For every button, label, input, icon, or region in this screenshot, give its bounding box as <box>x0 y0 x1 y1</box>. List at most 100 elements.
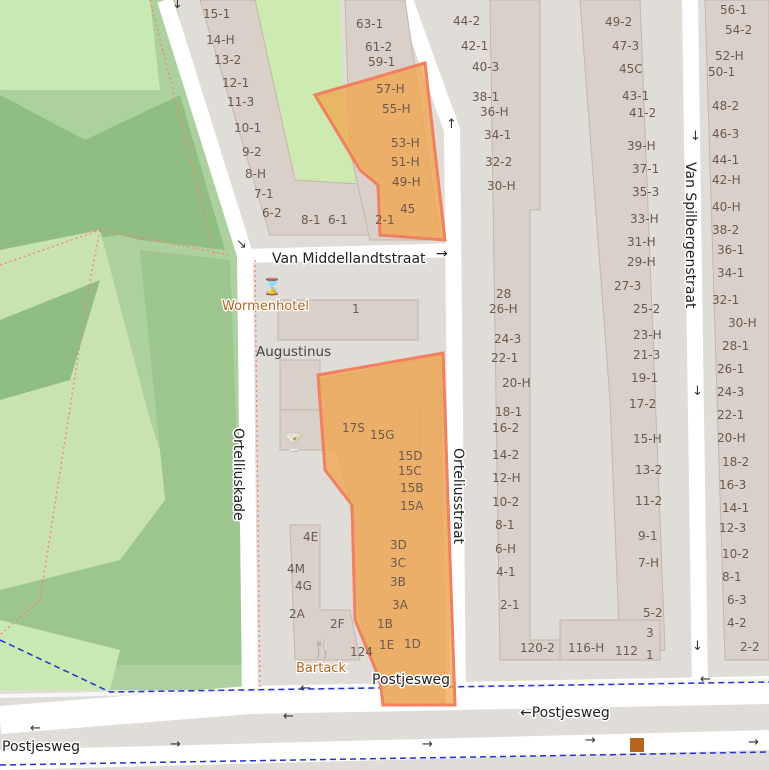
street-label-van-middellandtstraat: Van Middellandtstraat <box>272 251 426 267</box>
house-number: 15B <box>400 481 424 495</box>
house-number: 4G <box>295 579 312 593</box>
street-label-postjesweg: Postjesweg <box>372 672 450 688</box>
house-number: 3A <box>392 598 409 612</box>
house-number: 22-1 <box>717 408 744 422</box>
street-label-postjesweg-west: Postjesweg <box>2 739 80 755</box>
house-number: 124 <box>350 645 373 659</box>
house-number: 14-1 <box>722 501 749 515</box>
street-label-postjesweg-east: ←Postjesweg <box>520 705 610 721</box>
house-number: 2-1 <box>500 598 520 612</box>
house-number: 2A <box>289 607 306 621</box>
house-number: 16-2 <box>492 421 519 435</box>
poi-label-wormenhotel[interactable]: Wormenhotel <box>221 298 310 316</box>
house-number: 3B <box>390 575 406 589</box>
house-number: 63-1 <box>356 17 383 31</box>
house-number: 20-H <box>502 376 531 390</box>
poi-label-bartack[interactable]: Bartack <box>295 660 348 678</box>
house-number: 9-1 <box>638 529 658 543</box>
house-number: 52-H <box>715 49 744 63</box>
house-number: 36-H <box>480 105 509 119</box>
house-number: 30-H <box>487 179 516 193</box>
house-number: 6-3 <box>727 593 747 607</box>
house-number: 12-3 <box>719 521 746 535</box>
house-number: 61-2 <box>365 40 392 54</box>
house-number: 26-H <box>489 302 518 316</box>
house-number: 24-3 <box>494 332 521 346</box>
oneway-arrow: → <box>748 735 759 750</box>
house-number: 13-2 <box>214 53 241 67</box>
house-number: 14-2 <box>492 448 519 462</box>
oneway-arrow: → <box>585 733 596 748</box>
street-direction-arrow: → <box>436 246 448 262</box>
bar-icon[interactable]: 🍸 <box>283 431 305 453</box>
house-number: 5-2 <box>643 606 663 620</box>
house-number: 37-1 <box>632 162 659 176</box>
house-number: 1B <box>377 617 393 631</box>
house-number: 14-H <box>206 33 235 47</box>
house-number: 28-1 <box>722 339 749 353</box>
house-number: 15D <box>398 449 423 463</box>
house-number: 15-1 <box>203 7 230 21</box>
house-number: 41-2 <box>629 106 656 120</box>
oneway-arrow: ← <box>283 709 294 724</box>
house-number: 59-1 <box>368 55 395 69</box>
house-number: 4E <box>303 530 318 544</box>
house-number: 8-H <box>245 167 266 181</box>
house-number: 15-H <box>633 432 662 446</box>
house-number: 9-2 <box>242 145 262 159</box>
house-number: 15C <box>398 464 422 478</box>
house-number: 3C <box>390 556 406 570</box>
house-number: 30-H <box>728 316 757 330</box>
map-view[interactable]: Van Middellandtstraat → Ortelliuskade Or… <box>0 0 769 770</box>
house-number: 53-H <box>391 136 420 150</box>
oneway-arrow: ↓ <box>172 0 183 12</box>
oneway-arrow: ← <box>30 721 41 736</box>
house-number: 7-H <box>638 556 659 570</box>
house-number: 1D <box>404 637 421 651</box>
house-number: 1 <box>646 648 654 662</box>
house-number: 10-2 <box>492 495 519 509</box>
house-number: 11-2 <box>635 494 662 508</box>
oneway-arrow: ↘ <box>236 237 247 252</box>
house-number: 40-H <box>712 200 741 214</box>
house-number: 6-2 <box>262 206 282 220</box>
house-number: 7-1 <box>254 187 274 201</box>
house-number: 44-1 <box>712 153 739 167</box>
house-number: 36-1 <box>717 243 744 257</box>
house-number: 112 <box>615 644 638 658</box>
house-number: 46-3 <box>712 127 739 141</box>
house-number: 25-2 <box>633 302 660 316</box>
restaurant-icon[interactable]: 🍴 <box>311 638 333 660</box>
house-number: 6-H <box>495 542 516 556</box>
labels-layer: Van Middellandtstraat → Ortelliuskade Or… <box>1 0 760 757</box>
house-number: 50-1 <box>708 65 735 79</box>
house-number: 26-1 <box>717 362 744 376</box>
house-number: 56-1 <box>720 3 747 17</box>
house-number: 38-1 <box>472 90 499 104</box>
place-label-augustinus: Augustinus <box>256 344 331 360</box>
oneway-arrow: ← <box>700 672 711 687</box>
oneway-arrow: → <box>170 737 181 752</box>
house-number: 2F <box>330 617 345 631</box>
house-number: 4M <box>287 562 305 576</box>
house-number: 27-3 <box>614 279 641 293</box>
house-number: 45 <box>400 202 415 216</box>
oneway-arrow: → <box>422 737 433 752</box>
house-number: 1 <box>352 302 360 316</box>
bus-stop-icon[interactable] <box>630 738 644 752</box>
house-number: 10-2 <box>722 547 749 561</box>
house-number: 29-H <box>627 255 656 269</box>
house-number: 4-2 <box>727 616 747 630</box>
house-number: 12-1 <box>222 76 249 90</box>
house-number: 42-1 <box>461 39 488 53</box>
house-number: 17-2 <box>629 397 656 411</box>
house-number: 43-1 <box>622 89 649 103</box>
house-number: 49-2 <box>605 15 632 29</box>
house-number: 13-2 <box>635 463 662 477</box>
house-number: 34-1 <box>484 128 511 142</box>
house-number: 54-2 <box>725 23 752 37</box>
hourglass-icon[interactable]: ⌛ <box>262 277 282 296</box>
house-number: 32-1 <box>712 293 739 307</box>
oneway-arrow: ↓ <box>690 129 701 144</box>
house-number: 23-H <box>633 328 662 342</box>
